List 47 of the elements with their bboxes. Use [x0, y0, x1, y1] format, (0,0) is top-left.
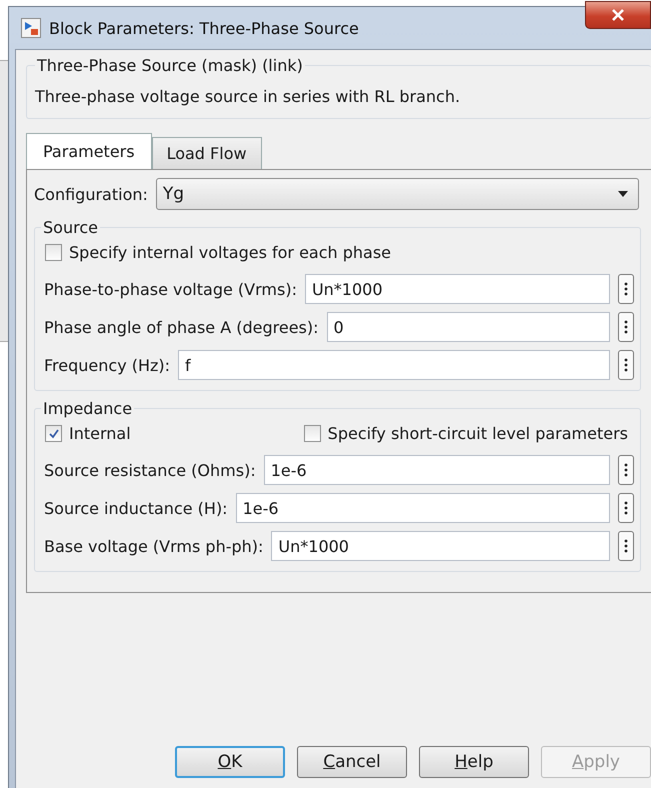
input-field[interactable]: f	[178, 350, 610, 380]
tab[interactable]: Load Flow	[152, 137, 262, 169]
input-field[interactable]: 0	[326, 312, 610, 342]
more-options-button[interactable]	[618, 350, 634, 380]
checkbox-option[interactable]: Specify internal voltages for each phase	[45, 243, 392, 262]
field-label: Source inductance (H):	[44, 498, 228, 518]
dialog-button[interactable]: Cancel	[297, 746, 407, 778]
dialog-button[interactable]: OK	[175, 746, 285, 778]
more-options-button[interactable]	[618, 493, 634, 523]
checkbox-option[interactable]: Internal	[45, 424, 131, 443]
input-field[interactable]: Un*1000	[304, 274, 610, 304]
field-label: Phase-to-phase voltage (Vrms):	[44, 280, 297, 298]
configuration-dropdown[interactable]: Yg	[156, 178, 639, 210]
dialog-button[interactable]: Help	[419, 746, 529, 778]
field-label: Base voltage (Vrms ph-ph):	[44, 536, 264, 556]
field-label: Frequency (Hz):	[44, 356, 170, 374]
window-title: Block Parameters: Three-Phase Source	[49, 18, 359, 38]
configuration-label: Configuration:	[34, 184, 148, 204]
checkbox[interactable]	[304, 425, 321, 442]
vertical-dots-icon	[624, 357, 628, 373]
vertical-dots-icon	[624, 319, 628, 335]
tab[interactable]: Parameters	[26, 133, 152, 169]
check-icon	[48, 428, 60, 440]
checkbox[interactable]	[45, 244, 62, 261]
vertical-dots-icon	[624, 538, 628, 554]
checkbox[interactable]	[45, 425, 62, 442]
field-label: Source resistance (Ohms):	[44, 460, 256, 480]
vertical-dots-icon	[624, 500, 628, 516]
mask-title: Three-Phase Source (mask) (link)	[36, 56, 304, 75]
checkbox-option[interactable]: Specify short-circuit level parameters	[304, 424, 628, 443]
group-title: Source	[42, 218, 99, 237]
input-field[interactable]: 1e-6	[236, 493, 610, 523]
vertical-dots-icon	[624, 281, 628, 297]
more-options-button[interactable]	[618, 455, 634, 485]
group-title: Impedance	[42, 399, 134, 418]
more-options-button[interactable]	[618, 531, 634, 561]
mask-description: Three-phase voltage source in series with RL branch.	[35, 87, 462, 106]
dropdown-arrow-icon	[618, 191, 628, 197]
more-options-button[interactable]	[618, 312, 634, 342]
close-icon	[611, 9, 625, 21]
more-options-button[interactable]	[618, 274, 634, 304]
field-label: Phase angle of phase A (degrees):	[44, 318, 319, 336]
vertical-dots-icon	[624, 462, 628, 478]
input-field[interactable]: 1e-6	[264, 455, 610, 485]
input-field[interactable]: Un*1000	[271, 531, 610, 561]
block-icon	[21, 18, 41, 38]
close-button[interactable]	[585, 1, 651, 29]
